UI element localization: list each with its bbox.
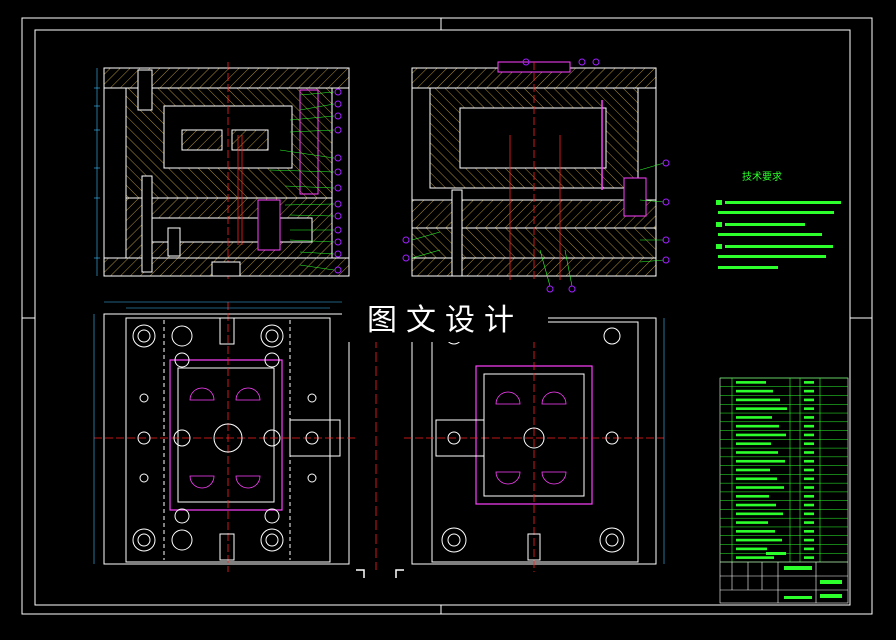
bom-row-text xyxy=(736,407,787,410)
bom-row-material xyxy=(804,538,814,542)
bom-row-material xyxy=(804,468,814,472)
bom-row-text xyxy=(736,442,771,446)
bom-row-text xyxy=(736,381,766,384)
bom-row-material xyxy=(804,416,814,419)
bom-row-material xyxy=(804,556,814,559)
technical-requirements-title: 技术要求 xyxy=(742,172,782,183)
bom-row-text xyxy=(736,389,773,393)
bom-row-material xyxy=(804,530,814,533)
bom-row-material xyxy=(804,547,814,551)
bom-row-text xyxy=(736,424,779,428)
bom-row-material xyxy=(804,381,814,384)
bom-row-material xyxy=(804,442,814,446)
bom-row-material xyxy=(804,477,814,481)
bom-row-material xyxy=(804,494,814,498)
bom-rows xyxy=(720,377,848,563)
fixed-half-plan-view xyxy=(404,317,665,572)
bom-row-material xyxy=(804,521,814,524)
bom-row-material xyxy=(804,398,814,402)
bom-row-text xyxy=(736,468,770,472)
bom-row-text xyxy=(736,530,775,533)
side-section-view xyxy=(402,58,670,293)
bom-row-text xyxy=(736,459,785,463)
bom-row-material xyxy=(804,503,814,507)
watermark-title: 图文设计 xyxy=(342,300,548,342)
bom-row-text xyxy=(736,503,776,507)
bom-row-text xyxy=(736,494,769,498)
bom-row-text xyxy=(736,521,768,524)
bom-row-text xyxy=(736,451,778,454)
front-section-view xyxy=(94,62,350,282)
bom-row-text xyxy=(736,547,767,551)
bom-row-material xyxy=(804,451,814,454)
bom-row-material xyxy=(804,433,814,437)
bom-row-text xyxy=(736,486,784,489)
bom-row-text xyxy=(736,477,777,481)
bom-row-text xyxy=(736,538,782,542)
bom-row-text xyxy=(736,433,786,437)
bom-row-text xyxy=(736,512,783,516)
bom-row-material xyxy=(804,512,814,516)
bom-row-text xyxy=(736,416,772,419)
bom-row-text xyxy=(736,398,780,402)
bom-row-material xyxy=(804,407,814,410)
bom-row-material xyxy=(804,486,814,489)
moving-half-plan-view xyxy=(93,301,356,572)
bom-row-text xyxy=(736,556,774,559)
bom-row-material xyxy=(804,389,814,393)
bom-row-material xyxy=(804,424,814,428)
bom-row-material xyxy=(804,459,814,463)
technical-requirements-lines xyxy=(716,200,841,269)
